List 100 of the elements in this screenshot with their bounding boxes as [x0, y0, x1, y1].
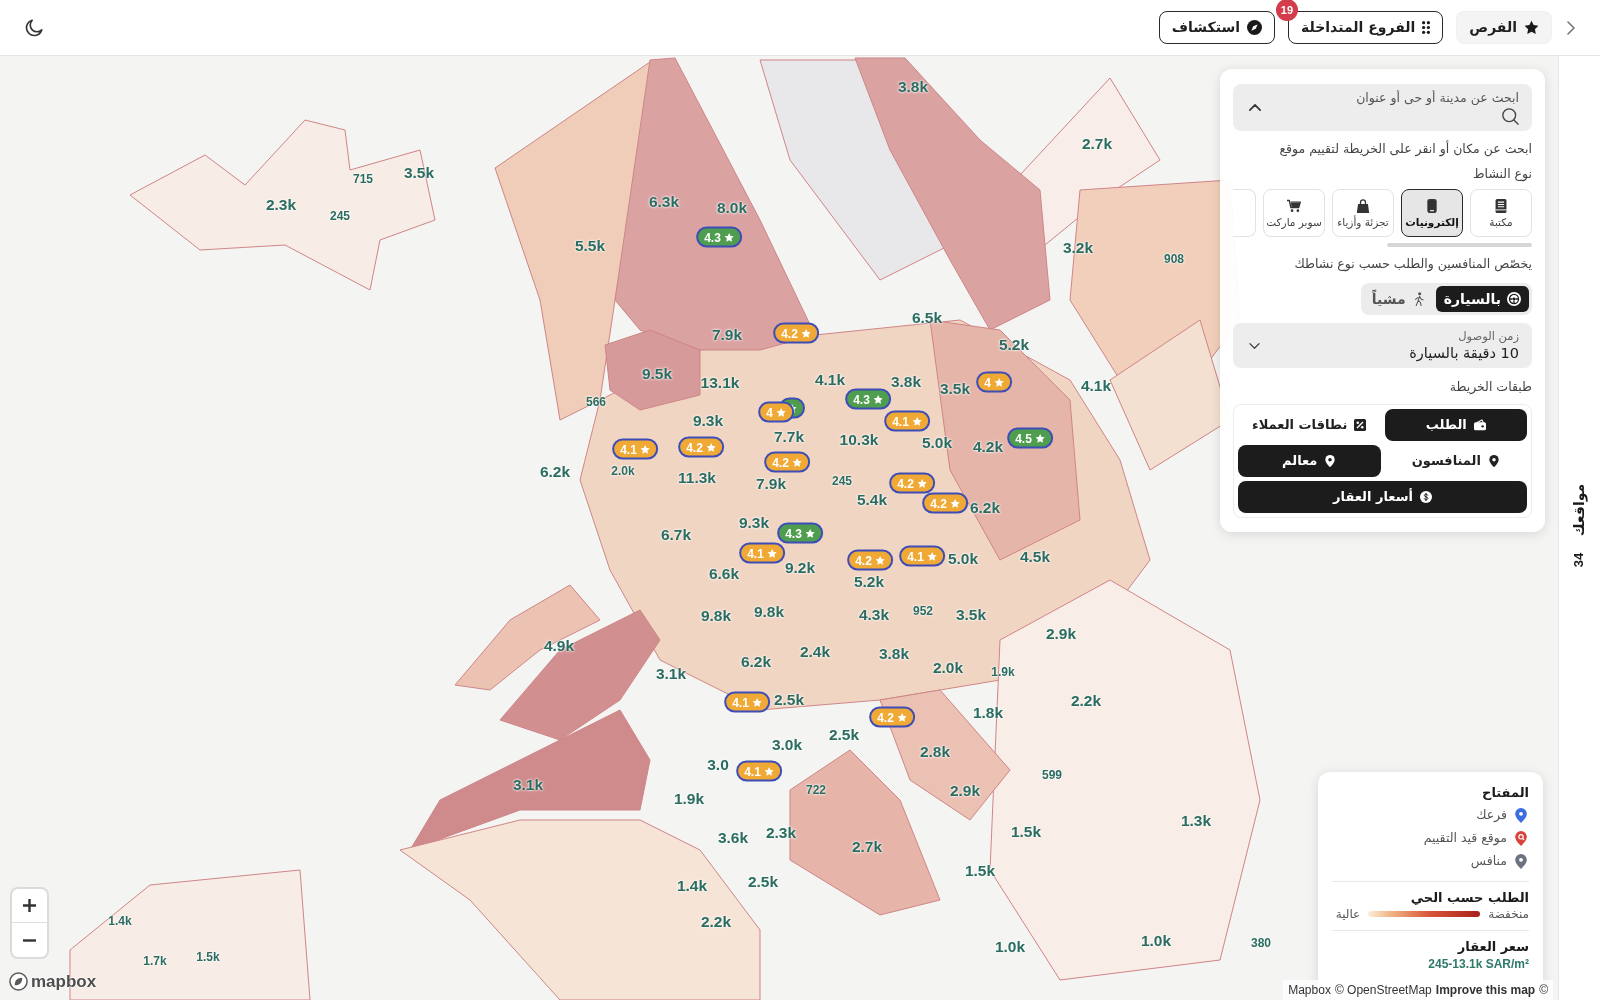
demand-label: 3.1k [512, 777, 544, 793]
logo-text: mapbox [31, 973, 97, 990]
demand-label: 1.3k [1180, 813, 1212, 829]
star-icon [1524, 20, 1539, 35]
demand-label: 6.2k [539, 464, 571, 480]
attribution-link[interactable]: Improve this map [1435, 984, 1536, 996]
demand-label: 2.5k [747, 874, 779, 890]
demand-label: 3.8k [897, 79, 929, 95]
demand-label: 4.5k [1019, 549, 1051, 565]
layer-toggle[interactable]: أسعار العقار [1238, 481, 1527, 513]
star-icon [896, 712, 907, 722]
demand-label: 566 [586, 396, 606, 408]
demand-label: 6.6k [708, 566, 740, 582]
horizontal-scrollbar[interactable] [1387, 243, 1532, 247]
legend-item-label: فرعك [1476, 808, 1507, 822]
demand-label: 2.0k [611, 465, 635, 477]
demand-label: 2.3k [765, 825, 797, 841]
demand-label: 2.5k [828, 727, 860, 743]
star-icon [872, 394, 883, 404]
activity-type-card[interactable]: مكتبة [1470, 189, 1532, 237]
demand-label: 5.2k [998, 337, 1030, 353]
demand-label: 6.2k [740, 654, 772, 670]
demand-label: 9.8k [700, 608, 732, 624]
demand-label: 10.3k [839, 432, 879, 448]
demand-label: 2.2k [1070, 693, 1102, 709]
attribution-link[interactable]: © [1539, 984, 1548, 996]
travel-mode-option[interactable]: مشياً [1363, 286, 1434, 312]
hint-text: ابحث عن مكان أو انقر على الخريطة لتقييم موقع [1278, 140, 1532, 158]
demand-label: 3.0 [707, 757, 729, 773]
demand-label: 715 [353, 173, 373, 185]
layer-toggle[interactable]: المنافسون [1384, 445, 1527, 477]
demand-label: 6.7k [660, 527, 692, 543]
demand-label: 2.9k [1045, 626, 1077, 642]
demand-label: 5.2k [853, 574, 885, 590]
demand-label: 6.2k [969, 500, 1001, 516]
rating-marker[interactable]: 4.3 [696, 226, 742, 248]
demand-label: 3.6k [717, 830, 749, 846]
layer-toggle[interactable]: معالم [1238, 445, 1381, 477]
chevron-up-icon[interactable] [1249, 104, 1261, 111]
arrival-time-dropdown[interactable]: زمن الوصول 10 دقيقة بالسيارة [1233, 323, 1532, 368]
demand-label: 9.8k [753, 604, 785, 620]
locations-count: 34 [1571, 552, 1588, 568]
rating-marker[interactable]: 4.5 [1007, 427, 1053, 449]
star-icon [800, 328, 811, 338]
demand-label: 245 [832, 475, 852, 487]
demand-label: 9.2k [784, 560, 816, 576]
activity-type-card[interactable]: إلكترونيات [1401, 189, 1463, 237]
demand-label: 4.1k [1080, 378, 1112, 394]
chevron-right-icon[interactable] [1567, 20, 1575, 35]
star-icon [804, 528, 815, 538]
star-icon [874, 555, 885, 565]
explore-button[interactable]: استكشاف [1158, 11, 1275, 44]
chevron-down-icon [1249, 342, 1260, 349]
legend-title: سعر العقار [1456, 938, 1529, 956]
demand-label: 1.5k [964, 863, 996, 879]
moon-icon[interactable] [25, 18, 43, 37]
legend-item-label: موقع قيد التقييم [1423, 831, 1507, 845]
locations-tab[interactable]: مواقعك [1569, 483, 1590, 537]
demand-label: 952 [913, 605, 933, 617]
demand-label: 5.0k [947, 551, 979, 567]
attribution-link[interactable]: © OpenStreetMap [1334, 984, 1432, 996]
demand-label: 2.3k [265, 197, 297, 213]
demand-label: 3.8k [878, 646, 910, 662]
demand-label: 2.7k [851, 839, 883, 855]
layer-toggle[interactable]: نطاقات العملاء [1238, 409, 1381, 441]
demand-label: 1.5k [1010, 824, 1042, 840]
demand-label: 5.0k [921, 435, 953, 451]
activity-type-card[interactable]: تجزئة وأزياء [1332, 189, 1394, 237]
demand-label: 3.0k [771, 737, 803, 753]
demand-label: 2.9k [949, 783, 981, 799]
attribution-link[interactable]: Mapbox [1288, 984, 1331, 996]
demand-label: 6.3k [648, 194, 680, 210]
section-label: طبقات الخريطة [1448, 378, 1532, 396]
phone-icon [1425, 198, 1439, 213]
demand-label: 2.0k [932, 660, 964, 676]
demand-label: 1.7k [143, 955, 167, 967]
demand-label: 4.9k [543, 638, 575, 654]
search-input[interactable]: ابحث عن مدينة أو حى أو عنوان [1319, 90, 1519, 105]
demand-label: 1.5k [196, 951, 220, 963]
demand-label: 1.9k [991, 666, 1015, 678]
opportunities-button[interactable]: الفرص [1456, 11, 1552, 44]
demand-label: 9.5k [641, 366, 673, 382]
demand-label: 7.9k [711, 327, 743, 343]
demand-label: 1.4k [108, 915, 132, 927]
cart-icon [1287, 198, 1301, 213]
steering-wheel-icon [1507, 292, 1521, 306]
map-pin-icon [1487, 455, 1500, 467]
legend-item-label: منافس [1470, 854, 1507, 868]
travel-mode-option[interactable]: بالسيارة [1435, 286, 1529, 312]
star-icon [763, 766, 774, 776]
demand-label: 7.7k [773, 429, 805, 445]
activity-type-card[interactable]: سوبر ماركت [1263, 189, 1325, 237]
demand-label: 2.7k [1081, 136, 1113, 152]
rating-marker[interactable]: 4.3 [777, 522, 823, 544]
star-icon [949, 498, 960, 508]
rating-marker[interactable]: 4.3 [845, 388, 891, 410]
demand-label: 2.4k [799, 644, 831, 660]
demand-label: 599 [1042, 769, 1062, 781]
layer-toggle[interactable]: الطلب [1384, 409, 1527, 441]
dropdown-value: 10 دقيقة بالسيارة [1409, 343, 1519, 363]
